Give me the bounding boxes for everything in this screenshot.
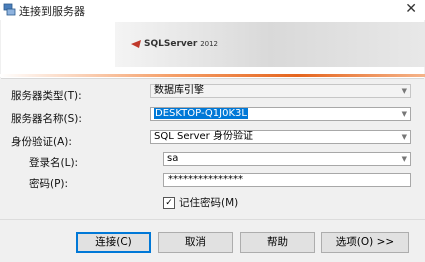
banner-accent-stripe — [0, 74, 425, 77]
authentication-label: 身份验证(A): — [11, 136, 72, 148]
chevron-down-icon: ▼ — [401, 110, 407, 118]
sql-server-logo-mark — [131, 40, 141, 48]
server-name-value: DESKTOP-Q1J0K3L — [154, 108, 248, 119]
remember-password-checkbox[interactable]: ✓ 记住密码(M) — [163, 195, 238, 210]
login-combo[interactable]: sa ▼ — [163, 152, 411, 166]
chevron-down-icon: ▼ — [401, 133, 407, 141]
server-connect-icon — [3, 3, 16, 16]
chevron-down-icon: ▼ — [401, 87, 407, 95]
password-field[interactable]: *************** — [163, 173, 411, 187]
authentication-select[interactable]: SQL Server 身份验证 ▼ — [150, 130, 411, 144]
connect-button[interactable]: 连接(C) — [76, 232, 151, 253]
sql-server-logo: SQLServer 2012 — [131, 39, 218, 49]
login-label: 登录名(L): — [29, 157, 79, 169]
chevron-down-icon: ▼ — [401, 155, 407, 163]
password-label: 密码(P): — [29, 178, 69, 190]
cancel-button[interactable]: 取消 — [158, 232, 233, 253]
login-value: sa — [167, 153, 179, 164]
server-type-label: 服务器类型(T): — [11, 90, 82, 102]
close-icon[interactable]: ✕ — [405, 1, 417, 17]
checkmark-icon: ✓ — [163, 196, 175, 209]
authentication-value: SQL Server 身份验证 — [154, 131, 253, 142]
remember-password-label: 记住密码(M) — [179, 197, 239, 209]
divider — [0, 219, 425, 220]
options-button[interactable]: 选项(O) >> — [321, 232, 409, 253]
server-name-label: 服务器名称(S): — [11, 113, 82, 125]
server-name-combo[interactable]: DESKTOP-Q1J0K3L ▼ — [150, 107, 411, 121]
window-title: 连接到服务器 — [19, 5, 85, 18]
title-bar: 连接到服务器 ✕ — [0, 0, 425, 20]
password-value: *************** — [168, 174, 243, 185]
product-version: 2012 — [200, 40, 219, 48]
product-name: SQLServer — [144, 39, 198, 49]
server-type-value: 数据库引擎 — [154, 85, 204, 96]
help-button[interactable]: 帮助 — [240, 232, 315, 253]
server-type-select[interactable]: 数据库引擎 ▼ — [150, 84, 411, 98]
